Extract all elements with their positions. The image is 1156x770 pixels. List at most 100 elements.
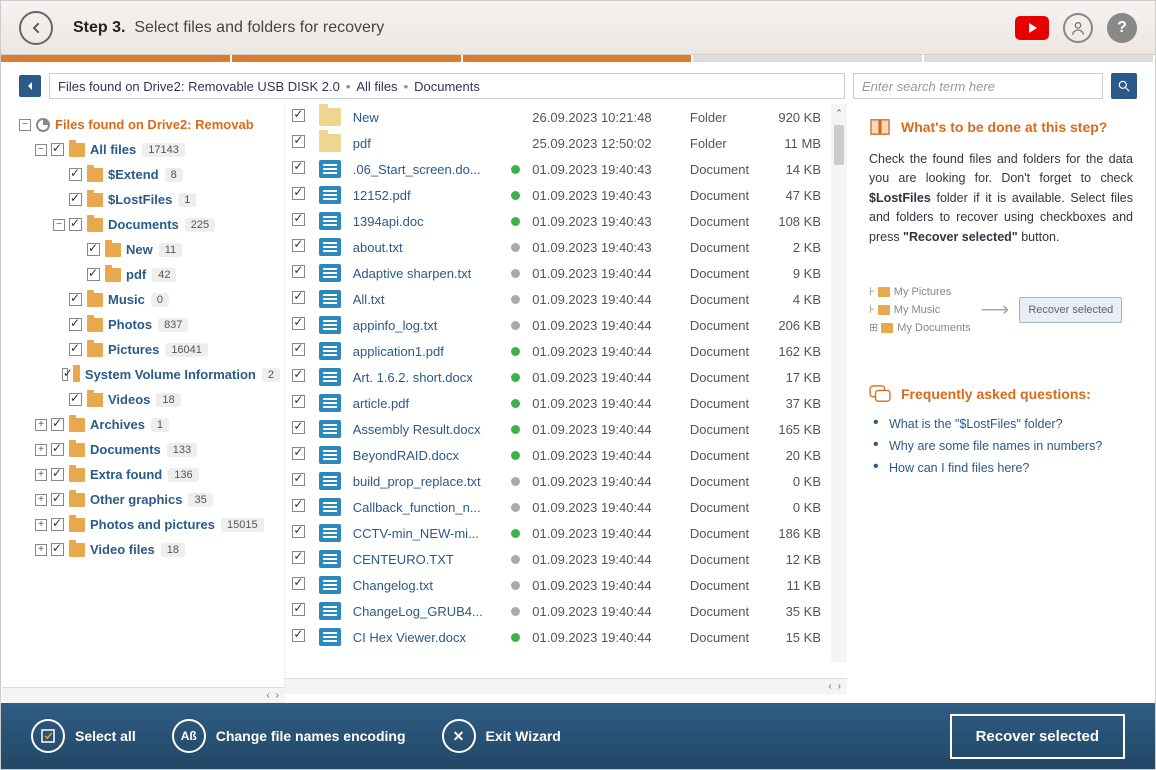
- file-row[interactable]: 1394api.doc01.09.2023 19:40:43Document10…: [285, 208, 847, 234]
- checkbox-icon[interactable]: [51, 493, 64, 506]
- checkbox-icon[interactable]: [69, 193, 82, 206]
- checkbox-icon[interactable]: [87, 243, 100, 256]
- tree-item[interactable]: Pictures16041: [19, 337, 280, 362]
- tree-item[interactable]: +Other graphics35: [19, 487, 280, 512]
- select-all-button[interactable]: Select all: [31, 719, 136, 753]
- breadcrumb[interactable]: Files found on Drive2: Removable USB DIS…: [49, 73, 845, 99]
- checkbox-icon[interactable]: [51, 468, 64, 481]
- file-row[interactable]: Adaptive sharpen.txt01.09.2023 19:40:44D…: [285, 260, 847, 286]
- checkbox-icon[interactable]: [292, 525, 305, 538]
- tree-item[interactable]: New11: [19, 237, 280, 262]
- checkbox-icon[interactable]: [292, 473, 305, 486]
- file-row[interactable]: All.txt01.09.2023 19:40:44Document4 KB: [285, 286, 847, 312]
- checkbox-icon[interactable]: [69, 343, 82, 356]
- file-row[interactable]: 12152.pdf01.09.2023 19:40:43Document47 K…: [285, 182, 847, 208]
- checkbox-icon[interactable]: [292, 603, 305, 616]
- faq-link[interactable]: Why are some file names in numbers?: [869, 435, 1133, 457]
- search-button[interactable]: [1111, 73, 1137, 99]
- checkbox-icon[interactable]: [69, 293, 82, 306]
- file-row[interactable]: Changelog.txt01.09.2023 19:40:44Document…: [285, 572, 847, 598]
- recover-selected-button[interactable]: Recover selected: [950, 714, 1125, 759]
- checkbox-icon[interactable]: [292, 265, 305, 278]
- faq-link[interactable]: How can I find files here?: [869, 457, 1133, 479]
- checkbox-icon[interactable]: [292, 551, 305, 564]
- file-row[interactable]: pdf25.09.2023 12:50:02Folder11 MB: [285, 130, 847, 156]
- file-row[interactable]: Callback_function_n...01.09.2023 19:40:4…: [285, 494, 847, 520]
- checkbox-icon[interactable]: [292, 447, 305, 460]
- tree-item[interactable]: −Documents225: [19, 212, 280, 237]
- checkbox-icon[interactable]: [292, 577, 305, 590]
- checkbox-icon[interactable]: [292, 421, 305, 434]
- checkbox-icon[interactable]: [51, 143, 64, 156]
- file-row[interactable]: CI Hex Viewer.docx01.09.2023 19:40:44Doc…: [285, 624, 847, 650]
- tree-item[interactable]: System Volume Information2: [19, 362, 280, 387]
- checkbox-icon[interactable]: [69, 168, 82, 181]
- tree-item[interactable]: −All files17143: [19, 137, 280, 162]
- checkbox-icon[interactable]: [292, 135, 305, 148]
- checkbox-icon[interactable]: [51, 518, 64, 531]
- file-row[interactable]: application1.pdf01.09.2023 19:40:44Docum…: [285, 338, 847, 364]
- folder-tree[interactable]: − Files found on Drive2: Removab −All fi…: [1, 104, 285, 694]
- checkbox-icon[interactable]: [69, 393, 82, 406]
- breadcrumb-back-button[interactable]: [19, 75, 41, 97]
- checkbox-icon[interactable]: [292, 369, 305, 382]
- vertical-scrollbar[interactable]: ⌃: [831, 104, 847, 662]
- checkbox-icon[interactable]: [51, 418, 64, 431]
- checkbox-icon[interactable]: [292, 213, 305, 226]
- checkbox-icon[interactable]: [292, 291, 305, 304]
- filelist-horizontal-scrollbar[interactable]: ‹›: [285, 678, 847, 694]
- tree-item[interactable]: Photos837: [19, 312, 280, 337]
- checkbox-icon[interactable]: [292, 187, 305, 200]
- file-row[interactable]: article.pdf01.09.2023 19:40:44Document37…: [285, 390, 847, 416]
- tree-item[interactable]: +Photos and pictures15015: [19, 512, 280, 537]
- file-row[interactable]: ChangeLog_GRUB4...01.09.2023 19:40:44Doc…: [285, 598, 847, 624]
- file-row[interactable]: Assembly Result.docx01.09.2023 19:40:44D…: [285, 416, 847, 442]
- checkbox-icon[interactable]: [51, 543, 64, 556]
- tree-item[interactable]: $LostFiles1: [19, 187, 280, 212]
- checkbox-icon[interactable]: [292, 109, 305, 122]
- tree-item[interactable]: +Video files18: [19, 537, 280, 562]
- checkbox-icon[interactable]: [87, 268, 100, 281]
- file-type: Document: [684, 364, 772, 390]
- file-row[interactable]: New26.09.2023 10:21:48Folder920 KB: [285, 104, 847, 130]
- file-row[interactable]: .06_Start_screen.do...01.09.2023 19:40:4…: [285, 156, 847, 182]
- checkbox-icon[interactable]: [69, 318, 82, 331]
- checkbox-icon[interactable]: [292, 629, 305, 642]
- tree-horizontal-scrollbar[interactable]: ‹›: [2, 687, 285, 703]
- file-row[interactable]: about.txt01.09.2023 19:40:43Document2 KB: [285, 234, 847, 260]
- file-row[interactable]: CENTEURO.TXT01.09.2023 19:40:44Document1…: [285, 546, 847, 572]
- faq-link[interactable]: What is the "$LostFiles" folder?: [869, 413, 1133, 435]
- tree-root[interactable]: − Files found on Drive2: Removab: [19, 112, 280, 137]
- tree-item[interactable]: +Archives1: [19, 412, 280, 437]
- file-row[interactable]: CCTV-min_NEW-mi...01.09.2023 19:40:44Doc…: [285, 520, 847, 546]
- help-icon[interactable]: ?: [1107, 13, 1137, 43]
- tree-item[interactable]: $Extend8: [19, 162, 280, 187]
- tree-item[interactable]: Videos18: [19, 387, 280, 412]
- checkbox-icon[interactable]: [292, 499, 305, 512]
- file-row[interactable]: appinfo_log.txt01.09.2023 19:40:44Docume…: [285, 312, 847, 338]
- tree-item[interactable]: +Extra found136: [19, 462, 280, 487]
- search-input[interactable]: Enter search term here: [853, 73, 1103, 99]
- checkbox-icon[interactable]: [292, 161, 305, 174]
- tree-item[interactable]: +Documents133: [19, 437, 280, 462]
- youtube-icon[interactable]: [1015, 16, 1049, 40]
- file-row[interactable]: BeyondRAID.docx01.09.2023 19:40:44Docume…: [285, 442, 847, 468]
- file-row[interactable]: Art. 1.6.2. short.docx01.09.2023 19:40:4…: [285, 364, 847, 390]
- user-icon[interactable]: [1063, 13, 1093, 43]
- checkbox-icon[interactable]: [62, 368, 68, 381]
- checkbox-icon[interactable]: [292, 343, 305, 356]
- checkbox-icon[interactable]: [69, 218, 82, 231]
- back-button[interactable]: [19, 11, 53, 45]
- file-list[interactable]: New26.09.2023 10:21:48Folder920 KBpdf25.…: [285, 104, 847, 678]
- change-encoding-button[interactable]: Aß Change file names encoding: [172, 719, 406, 753]
- folder-icon: [69, 543, 85, 557]
- tree-item[interactable]: Music0: [19, 287, 280, 312]
- tree-item[interactable]: pdf42: [19, 262, 280, 287]
- checkbox-icon[interactable]: [292, 239, 305, 252]
- checkbox-icon[interactable]: [292, 317, 305, 330]
- file-row[interactable]: build_prop_replace.txt01.09.2023 19:40:4…: [285, 468, 847, 494]
- checkbox-icon[interactable]: [292, 395, 305, 408]
- file-type: Document: [684, 494, 772, 520]
- checkbox-icon[interactable]: [51, 443, 64, 456]
- exit-wizard-button[interactable]: ✕ Exit Wizard: [442, 719, 561, 753]
